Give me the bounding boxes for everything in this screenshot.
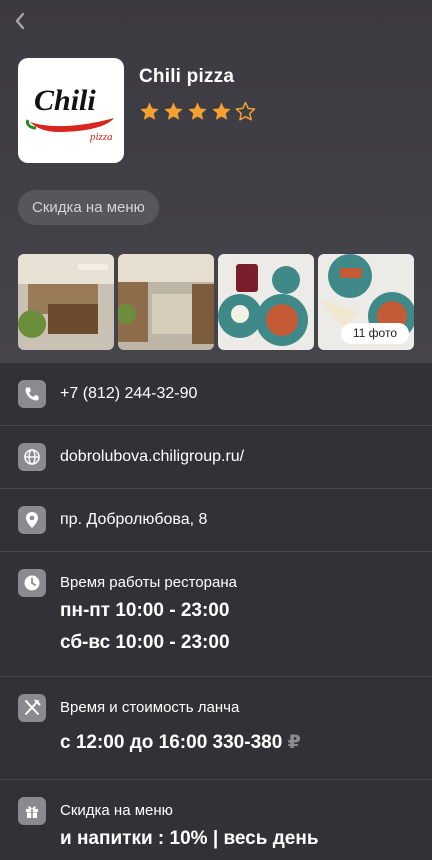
discount-row: Скидка на меню и напитки : 10% | весь де… bbox=[0, 780, 432, 860]
gift-icon bbox=[18, 797, 46, 825]
hours-weekdays: пн-пт 10:00 - 23:00 bbox=[60, 600, 230, 621]
logo-subtext: pizza bbox=[89, 131, 113, 143]
hours-row: Время работы ресторана пн-пт 10:00 - 23:… bbox=[0, 552, 432, 677]
photo-gallery: 11 фото bbox=[18, 254, 414, 350]
lunch-value: с 12:00 до 16:00 330-380 ₽ bbox=[60, 731, 301, 754]
star-filled-icon bbox=[140, 102, 159, 120]
lunch-row: Время и стоимость ланча с 12:00 до 16:00… bbox=[0, 677, 432, 780]
restaurant-logo: Chili pizza bbox=[18, 58, 124, 163]
restaurant-name: Chili pizza bbox=[139, 66, 235, 87]
address-text[interactable]: пр. Добролюбова, 8 bbox=[60, 511, 207, 529]
photo-2[interactable] bbox=[118, 254, 214, 350]
logo-text: Chili bbox=[34, 84, 96, 117]
photo-4[interactable]: 11 фото bbox=[318, 254, 414, 350]
hours-label: Время работы ресторана bbox=[60, 574, 237, 591]
discount-label: Скидка на меню bbox=[60, 802, 173, 819]
website-link[interactable]: dobrolubova.chiligroup.ru/ bbox=[60, 448, 244, 466]
ruble-sign: ₽ bbox=[287, 732, 301, 753]
fork-knife-icon bbox=[18, 694, 46, 722]
rating-stars bbox=[139, 101, 256, 122]
lunch-label: Время и стоимость ланча bbox=[60, 699, 240, 716]
hours-weekend: сб-вс 10:00 - 23:00 bbox=[60, 632, 230, 653]
address-row[interactable]: пр. Добролюбова, 8 bbox=[0, 489, 432, 552]
chevron-left-icon bbox=[15, 12, 25, 30]
star-filled-icon bbox=[212, 102, 231, 120]
info-list: +7 (812) 244-32-90 dobrolubova.chiligrou… bbox=[0, 363, 432, 860]
star-filled-icon bbox=[164, 102, 183, 120]
website-row[interactable]: dobrolubova.chiligroup.ru/ bbox=[0, 426, 432, 489]
photo-3[interactable] bbox=[218, 254, 314, 350]
star-filled-icon bbox=[188, 102, 207, 120]
back-button[interactable] bbox=[9, 10, 31, 32]
phone-row[interactable]: +7 (812) 244-32-90 bbox=[0, 363, 432, 426]
photo-count-badge[interactable]: 11 фото bbox=[340, 323, 409, 344]
phone-icon bbox=[18, 380, 46, 408]
discount-chip[interactable]: Скидка на меню bbox=[18, 190, 159, 225]
globe-icon bbox=[18, 443, 46, 471]
star-empty-icon bbox=[235, 101, 256, 121]
discount-value: и напитки : 10% | весь день bbox=[60, 828, 319, 849]
photo-1[interactable] bbox=[18, 254, 114, 350]
clock-icon bbox=[18, 569, 46, 597]
location-pin-icon bbox=[18, 506, 46, 534]
restaurant-header: Chili pizza Chili pizza Скидка на меню 1… bbox=[0, 0, 432, 363]
lunch-price-text: с 12:00 до 16:00 330-380 bbox=[60, 732, 283, 753]
phone-number[interactable]: +7 (812) 244-32-90 bbox=[60, 385, 197, 403]
